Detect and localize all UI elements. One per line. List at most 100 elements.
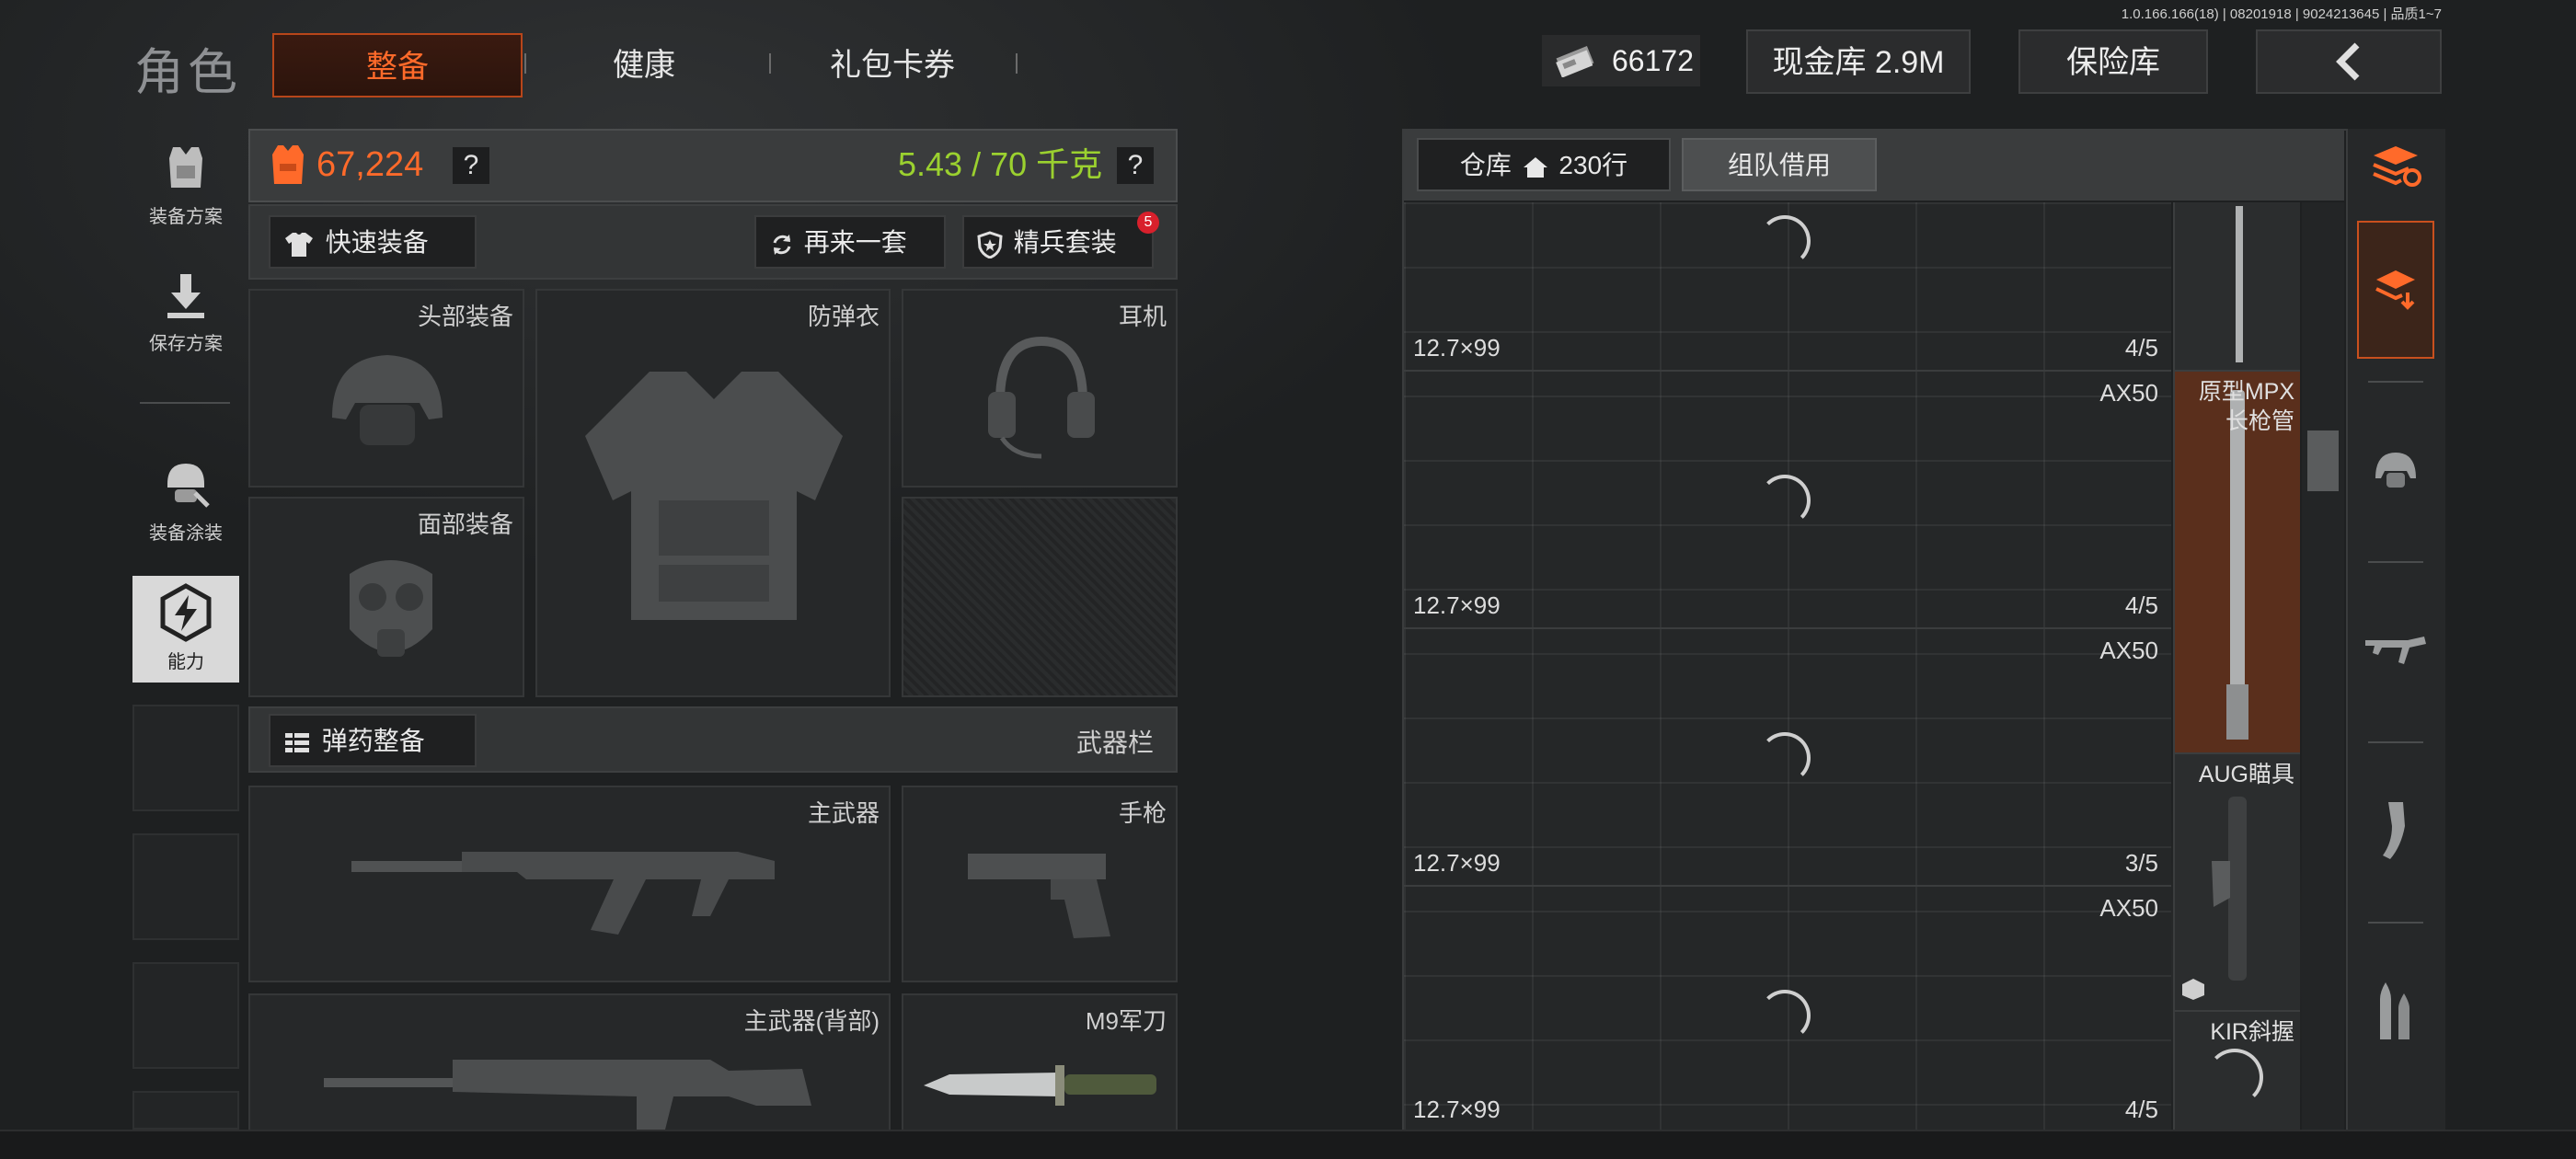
category-magazine[interactable] [2357, 762, 2434, 900]
item-caliber: 12.7×99 [1413, 849, 1501, 877]
loading-spinner-icon [1759, 475, 1811, 526]
side-empty-slot [132, 962, 239, 1069]
rifle-icon [2365, 637, 2426, 664]
refresh-icon [773, 234, 791, 255]
cash-value: 66172 [1612, 44, 1694, 77]
weight-display: 5.43 / 70 千克 [898, 145, 1103, 183]
armor-slot[interactable]: 防弹衣 [535, 289, 891, 697]
stack-download-icon [2375, 270, 2415, 310]
item-caliber: 12.7×99 [1413, 334, 1501, 361]
armor-vest-icon [272, 145, 304, 184]
box-icon [2182, 979, 2204, 1000]
tab-separator [1016, 53, 1018, 74]
head-slot-label: 头部装备 [417, 303, 513, 330]
headset-slot-label: 耳机 [1118, 303, 1167, 330]
loading-spinner-icon [1759, 732, 1811, 784]
assault-rifle-icon [351, 852, 775, 935]
download-icon [167, 274, 204, 318]
version-text: 1.0.166.166(18) | 08201918 | 9024213645 … [2121, 6, 2442, 22]
storage-item-barrel[interactable] [2173, 202, 2300, 372]
back-button[interactable] [2256, 29, 2442, 94]
ammo-list-icon [285, 732, 309, 752]
cash-stack-icon [1556, 45, 1594, 77]
item-count: 4/5 [2124, 1096, 2158, 1123]
layers-refresh-icon [2373, 146, 2421, 187]
item-name: AUG瞄具 [2198, 762, 2294, 787]
storage-item-aug-scope[interactable]: AUG瞄具 [2173, 754, 2300, 1012]
tab-health[interactable]: 健康 [552, 33, 736, 98]
storage-item-mpx-barrel[interactable]: 原型MPX 长枪管 [2173, 372, 2300, 754]
side-empty-slot [132, 833, 239, 940]
melee-slot[interactable]: M9军刀 [902, 993, 1178, 1131]
value-help-button[interactable]: ? [453, 147, 489, 184]
item-name: AX50 [2099, 379, 2158, 407]
headset-icon [988, 336, 1095, 459]
helmet-paint-icon [167, 464, 210, 508]
face-slot-label: 面部装备 [417, 511, 513, 538]
item-caliber: 12.7×99 [1413, 1096, 1501, 1123]
primary-back-slot[interactable]: 主武器(背部) [248, 993, 891, 1133]
head-slot[interactable]: 头部装备 [248, 289, 524, 488]
storage-item[interactable]: AX50 12.7×99 4/5 [1404, 887, 2171, 1131]
helmet-icon [332, 355, 443, 445]
item-count: 4/5 [2124, 334, 2158, 361]
bottom-strip [0, 1130, 2576, 1159]
tab-gift-coupons[interactable]: 礼包卡券 [800, 33, 984, 98]
locked-slot [902, 497, 1178, 697]
quick-equip-button[interactable]: 快速装备 [269, 215, 477, 269]
tab-storage[interactable]: 仓库 230行 [1417, 138, 1671, 191]
ammo-loadout-label: 弹药整备 [321, 727, 425, 755]
equipment-value: 67,224 [316, 145, 424, 184]
ammo-icon [2380, 982, 2409, 1039]
armor-slot-label: 防弹衣 [807, 303, 880, 330]
side-empty-slot [132, 705, 239, 811]
helmet-icon [2375, 453, 2416, 488]
pistol-icon [968, 854, 1110, 938]
quick-equip-label: 快速装备 [325, 228, 429, 257]
scrollbar-track[interactable] [2302, 202, 2344, 1131]
side-armor-preset[interactable]: 装备方案 [132, 131, 239, 237]
tab-loadout[interactable]: 整备 [272, 33, 523, 98]
knife-icon [924, 1065, 1156, 1106]
tab-storage-label: 仓库 [1459, 151, 1512, 179]
safe-box-button[interactable]: 保险库 [2018, 29, 2208, 94]
armor-vest-image [585, 372, 843, 620]
gas-mask-icon [350, 560, 432, 657]
cash-vault-button[interactable]: 现金库 2.9M [1746, 29, 1971, 94]
category-all[interactable] [2357, 221, 2434, 359]
storage-item[interactable]: 12.7×99 4/5 [1404, 202, 2171, 372]
elite-kit-badge: 5 [1137, 212, 1159, 234]
weight-help-button[interactable]: ? [1117, 147, 1154, 184]
primary-back-label: 主武器(背部) [743, 1007, 880, 1035]
loading-spinner-icon [2206, 1049, 2263, 1106]
category-helmet[interactable] [2357, 401, 2434, 539]
face-slot[interactable]: 面部装备 [248, 497, 524, 697]
melee-slot-label: M9军刀 [1085, 1007, 1167, 1035]
chevron-left-icon [2336, 42, 2360, 81]
headset-slot[interactable]: 耳机 [902, 289, 1178, 488]
tab-separator [769, 53, 771, 74]
side-save-preset[interactable]: 保存方案 [132, 258, 239, 364]
side-ability[interactable]: 能力 [132, 576, 239, 683]
storage-item[interactable]: AX50 12.7×99 4/5 [1404, 372, 2171, 629]
primary-weapon-slot[interactable]: 主武器 [248, 786, 891, 982]
category-ammo[interactable] [2357, 942, 2434, 1080]
long-barrel-icon [2226, 390, 2248, 740]
storage-item-kir-grip[interactable]: KIR斜握 [2173, 1012, 2300, 1131]
pistol-slot[interactable]: 手枪 [902, 786, 1178, 982]
storage-item[interactable]: AX50 12.7×99 3/5 [1404, 629, 2171, 887]
item-name: 原型MPX 长枪管 [2198, 379, 2294, 434]
category-separator [2368, 561, 2423, 563]
side-equipment-skin[interactable]: 装备涂装 [132, 447, 239, 554]
scrollbar-thumb[interactable] [2307, 430, 2339, 491]
category-weapon[interactable] [2357, 581, 2434, 719]
item-count: 3/5 [2124, 849, 2158, 877]
side-ability-label: 能力 [167, 652, 204, 672]
tab-team-borrow[interactable]: 组队借用 [1682, 138, 1877, 191]
loading-spinner-icon [1759, 215, 1811, 267]
elite-kit-button[interactable]: 精兵套装 [962, 215, 1154, 269]
reroll-button[interactable]: 再来一套 [754, 215, 946, 269]
page-title: 角色 [134, 45, 241, 100]
ammo-loadout-button[interactable]: 弹药整备 [269, 714, 477, 767]
category-sort-button[interactable] [2357, 129, 2434, 202]
